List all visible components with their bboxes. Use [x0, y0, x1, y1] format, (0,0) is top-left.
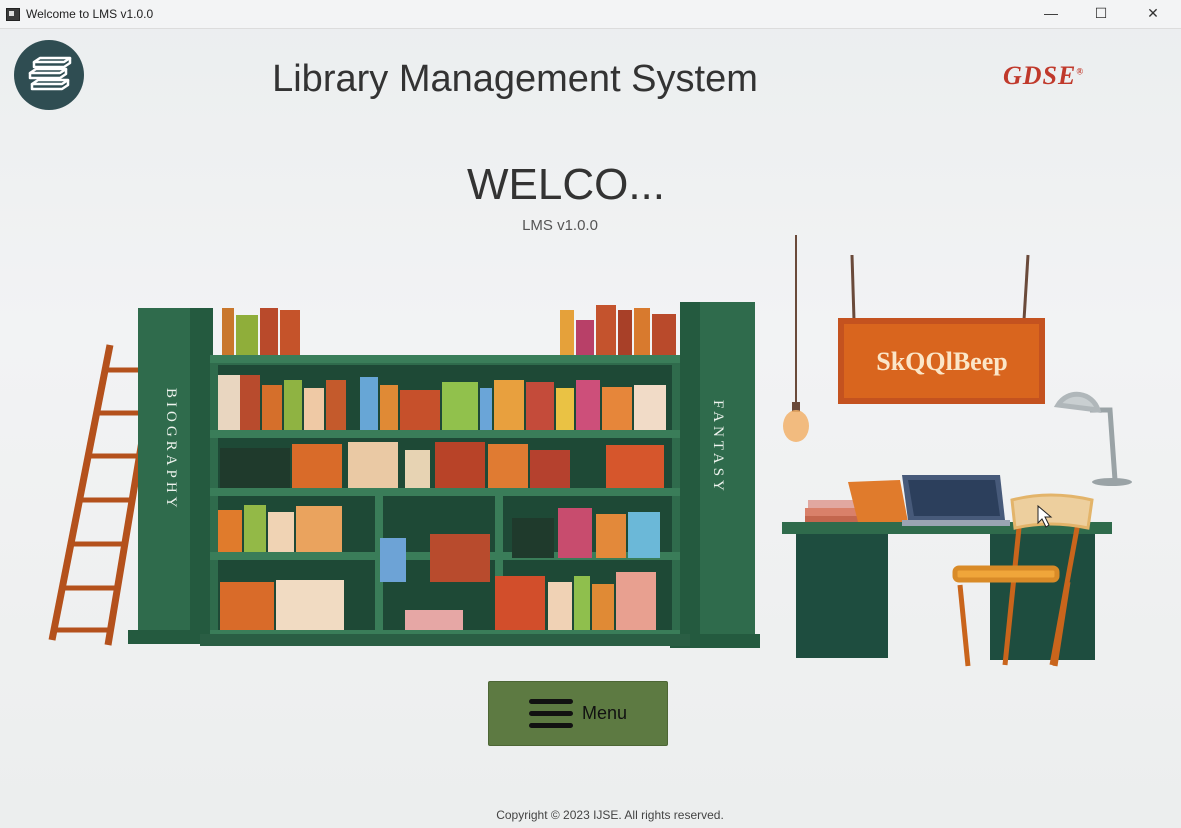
desk-lamp	[1053, 391, 1132, 486]
hanging-lightbulb	[783, 235, 809, 442]
laptop	[902, 475, 1010, 526]
app-window-icon	[6, 8, 20, 21]
brand-logo: GDSE®	[1003, 61, 1084, 91]
app-title: Library Management System	[272, 58, 758, 100]
menu-button-label: Menu	[582, 703, 628, 723]
window-title: Welcome to LMS v1.0.0	[26, 7, 154, 21]
brand-registered-mark: ®	[1076, 66, 1085, 77]
welcome-heading: WELCO...	[466, 160, 666, 209]
hamburger-menu-icon	[529, 699, 573, 728]
brand-logo-text: GDSE	[1003, 61, 1077, 90]
close-button[interactable]: ✕	[1142, 3, 1164, 23]
window-titlebar: Welcome to LMS v1.0.0 — ☐ ✕	[0, 0, 1181, 29]
copyright-text: Copyright © 2023 IJSE. All rights reserv…	[496, 808, 724, 822]
sign-text: SkQQlBeep	[876, 347, 1007, 376]
hanging-sign: SkQQlBeep	[838, 254, 1045, 404]
menu-button[interactable]: Menu	[488, 681, 668, 746]
maximize-button[interactable]: ☐	[1090, 3, 1112, 23]
biography-label: BIOGRAPHY	[163, 388, 179, 512]
minimize-button[interactable]: —	[1040, 3, 1062, 23]
fantasy-label: FANTASY	[710, 400, 726, 495]
library-illustration: BIOGRAPHY FANTASY SkQQlBeep	[48, 235, 1132, 667]
